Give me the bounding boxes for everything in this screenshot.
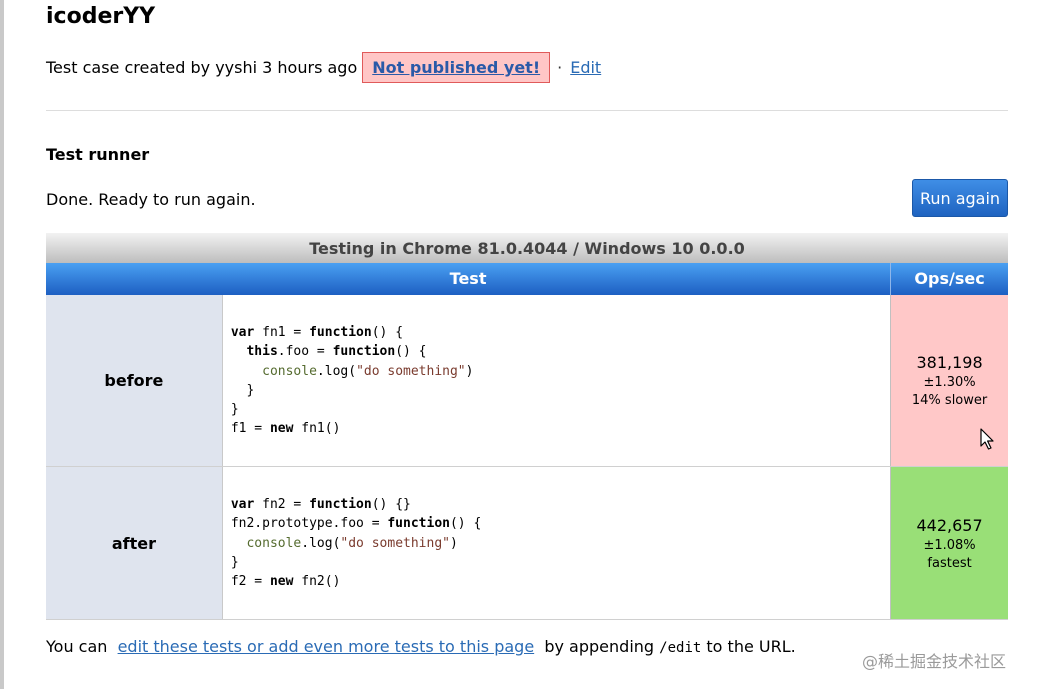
table-caption: Testing in Chrome 81.0.4044 / Windows 10… bbox=[46, 233, 1008, 263]
ops-note: 14% slower bbox=[911, 393, 988, 408]
footer-suffix: to the URL. bbox=[706, 637, 796, 656]
watermark: @稀土掘金技术社区 bbox=[862, 652, 1007, 671]
meta-text: Test case created by yyshi 3 hours ago bbox=[46, 58, 358, 77]
table-row: before var fn1 = function() { this.foo =… bbox=[46, 295, 1008, 467]
test-title: after bbox=[46, 467, 223, 619]
header-ops: Ops/sec bbox=[890, 263, 1008, 295]
ops-rme: ±1.08% bbox=[923, 537, 976, 553]
divider bbox=[46, 110, 1008, 111]
code-line: var fn1 = function() { bbox=[230, 325, 404, 340]
not-published-badge[interactable]: Not published yet! bbox=[362, 52, 551, 83]
run-again-button[interactable]: Run again bbox=[912, 179, 1008, 217]
ops-value: 442,657 bbox=[916, 515, 983, 535]
footer-code: /edit bbox=[659, 640, 702, 656]
left-border bbox=[0, 0, 4, 689]
test-code: var fn2 = function() {} fn2.prototype.fo… bbox=[222, 467, 891, 619]
test-runner-heading: Test runner bbox=[46, 145, 150, 164]
result-cell: 442,657 ±1.08% fastest bbox=[890, 467, 1008, 619]
code-block: var fn1 = function() { this.foo = functi… bbox=[230, 325, 474, 437]
table-header: Test Ops/sec bbox=[46, 263, 1008, 295]
test-case-meta: Test case created by yyshi 3 hours ago N… bbox=[46, 52, 601, 83]
footer-middle: by appending bbox=[544, 637, 655, 656]
test-title: before bbox=[46, 295, 223, 466]
mouse-pointer-icon bbox=[980, 428, 994, 450]
edit-link[interactable]: Edit bbox=[570, 58, 601, 77]
footer-prefix: You can bbox=[46, 637, 108, 656]
test-code: var fn1 = function() { this.foo = functi… bbox=[222, 295, 891, 466]
meta-separator: · bbox=[557, 58, 563, 77]
page-title: icoderYY bbox=[46, 4, 156, 29]
edit-tests-link[interactable]: edit these tests or add even more tests … bbox=[118, 637, 535, 656]
footer-text: You can edit these tests or add even mor… bbox=[46, 637, 796, 656]
header-test: Test bbox=[449, 269, 487, 288]
ops-rme: ±1.30% bbox=[923, 375, 976, 390]
code-block: var fn2 = function() {} fn2.prototype.fo… bbox=[230, 497, 482, 590]
results-table: Testing in Chrome 81.0.4044 / Windows 10… bbox=[46, 233, 1008, 620]
runner-status: Done. Ready to run again. bbox=[46, 190, 256, 209]
ops-value: 381,198 bbox=[916, 353, 983, 372]
ops-note: fastest bbox=[927, 555, 972, 571]
table-row: after var fn2 = function() {} fn2.protot… bbox=[46, 467, 1008, 620]
